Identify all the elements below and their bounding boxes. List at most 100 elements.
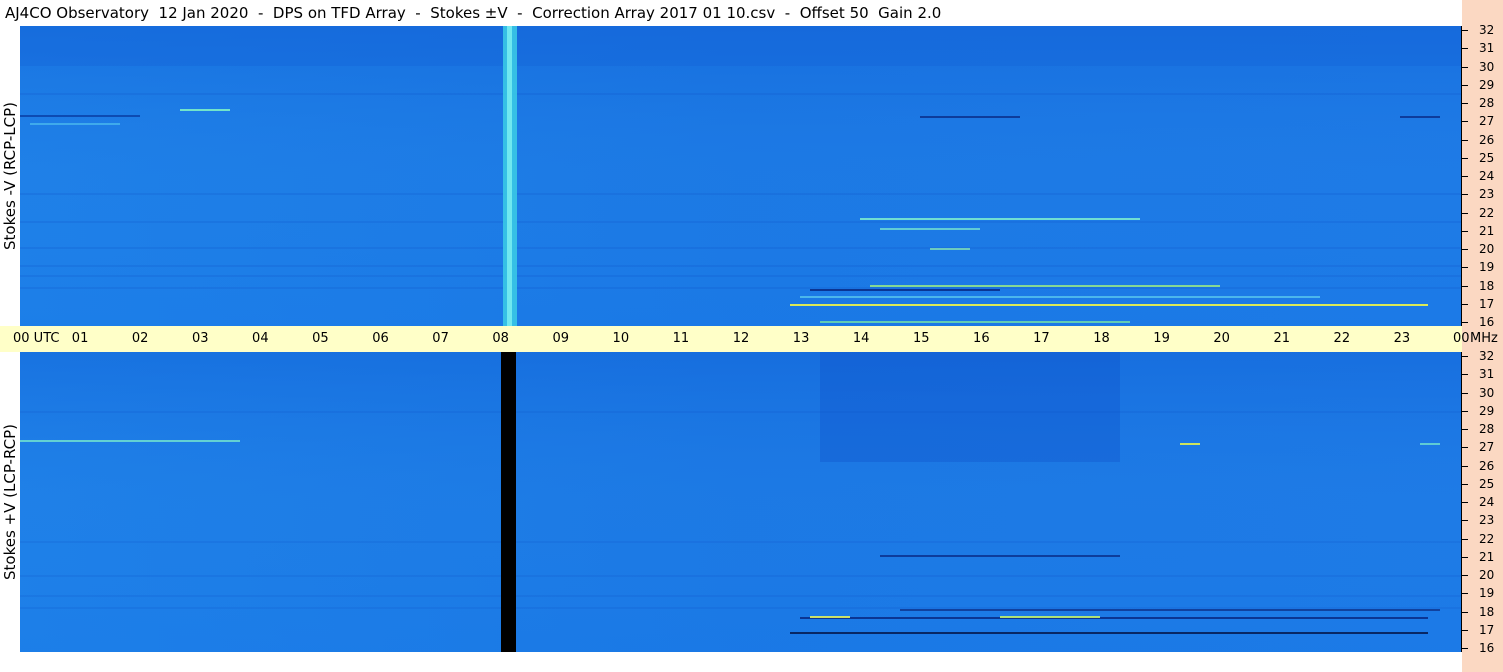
frequency-tick [1462,30,1468,31]
frequency-tick-label: 27 [1479,440,1495,455]
frequency-tick [1462,483,1468,485]
time-tick-label: 23 [1393,331,1411,346]
time-tick-label: 02 [131,331,149,346]
top-panel-label: Stokes -V (RCP-LCP) [0,26,20,326]
frequency-tick [1462,103,1468,104]
frequency-tick-label: 31 [1479,41,1495,56]
bottom-spectrogram [20,352,1462,652]
frequency-tick-label: 22 [1479,205,1495,220]
frequency-tick [1462,410,1468,412]
time-tick-label: 17 [1033,331,1050,346]
mhz-unit-label: MHz [1470,331,1498,346]
frequency-tick [1462,538,1468,540]
frequency-tick [1462,230,1468,232]
frequency-tick-label: 19 [1479,260,1495,275]
frequency-tick-label: 22 [1479,531,1495,546]
time-tick-label: 05 [312,331,329,346]
frequency-tick-label: 23 [1479,187,1495,202]
frequency-tick-label: 20 [1479,568,1495,582]
page-title: AJ4CO Observatory 12 Jan 2020 - DPS on T… [5,4,942,22]
frequency-tick [1462,465,1468,467]
frequency-tick-label: 23 [1479,513,1495,528]
time-tick-label: 00 UTC [13,331,60,346]
time-tick-label: 18 [1093,331,1110,346]
time-tick-label: 03 [191,331,209,346]
frequency-tick-label: 24 [1479,169,1495,183]
top-frequency-axis: 32 31 30 29 28 27 26 25 24 23 22 21 20 19 18 17 16 [1462,23,1503,329]
frequency-tick [1462,556,1468,558]
time-tick-label: 07 [432,331,449,346]
top-spectrogram [20,26,1462,326]
frequency-tick [1462,66,1468,68]
frequency-tick [1462,249,1468,250]
time-tick-label: 16 [973,331,990,346]
time-tick-label: 01 [71,331,89,346]
time-tick-label: 20 [1213,331,1230,346]
frequency-tick [1462,593,1468,595]
frequency-tick [1462,157,1468,159]
frequency-tick-label: 17 [1479,622,1495,637]
time-tick-label: 10 [612,331,630,346]
frequency-tick [1462,84,1468,86]
frequency-tick [1462,611,1468,613]
frequency-tick-label: 17 [1479,296,1495,311]
frequency-tick [1462,322,1468,323]
frequency-tick-label: 26 [1479,132,1495,147]
frequency-tick-label: 18 [1479,278,1495,293]
frequency-tick [1462,285,1468,287]
frequency-tick [1462,176,1468,177]
time-tick-label: 13 [792,331,810,346]
time-tick-label: 06 [372,331,389,346]
frequency-tick-label: 28 [1479,96,1495,110]
time-tick-label: 12 [732,331,750,346]
frequency-tick [1462,629,1468,631]
time-tick-label: 00 [1453,331,1470,346]
frequency-tick-label: 26 [1479,458,1495,473]
frequency-tick [1462,502,1468,503]
frequency-tick [1462,648,1468,649]
frequency-tick [1462,139,1468,141]
frequency-tick [1462,48,1468,50]
frequency-tick-label: 16 [1479,641,1495,655]
frequency-tick [1462,212,1468,214]
frequency-tick-label: 21 [1479,223,1495,238]
top-panel-label-text: Stokes -V (RCP-LCP) [1,102,19,250]
time-tick-label: 21 [1273,331,1291,346]
frequency-tick-label: 18 [1479,604,1495,619]
frequency-tick [1462,520,1468,522]
frequency-tick [1462,356,1468,357]
frequency-tick-label: 25 [1479,476,1495,491]
frequency-tick [1462,374,1468,376]
frequency-tick-label: 16 [1479,315,1495,329]
bottom-panel-label: Stokes +V (LCP-RCP) [0,352,20,652]
frequency-tick-label: 28 [1479,422,1495,436]
time-tick-label: 11 [672,331,690,346]
frequency-tick-label: 32 [1479,349,1495,363]
time-tick-label: 22 [1333,331,1351,346]
frequency-tick-label: 24 [1479,495,1495,509]
time-tick-label: 09 [552,331,570,346]
frequency-tick-label: 20 [1479,242,1495,256]
frequency-tick [1462,447,1468,449]
frequency-tick-label: 27 [1479,114,1495,129]
time-axis-bar: 00 UTC 01 02 03 04 05 06 07 08 09 10 11 12 13 14 15 16 17… [0,326,1498,352]
frequency-tick-label: 30 [1479,385,1495,400]
frequency-tick-label: 30 [1479,59,1495,74]
bottom-panel-label-text: Stokes +V (LCP-RCP) [1,424,19,580]
time-tick-label: 04 [252,331,269,346]
frequency-tick [1462,392,1468,394]
frequency-tick-label: 31 [1479,367,1495,382]
frequency-tick-label: 29 [1479,77,1495,92]
time-tick-label: 15 [912,331,930,346]
frequency-tick [1462,575,1468,576]
frequency-tick [1462,303,1468,305]
time-tick-label: 08 [492,331,509,346]
frequency-tick [1462,121,1468,123]
frequency-tick-label: 32 [1479,23,1495,37]
frequency-tick-label: 19 [1479,586,1495,601]
frequency-tick [1462,194,1468,196]
frequency-tick [1462,267,1468,269]
frequency-tick [1462,429,1468,430]
frequency-tick-label: 25 [1479,150,1495,165]
time-tick-label: 14 [852,331,870,346]
